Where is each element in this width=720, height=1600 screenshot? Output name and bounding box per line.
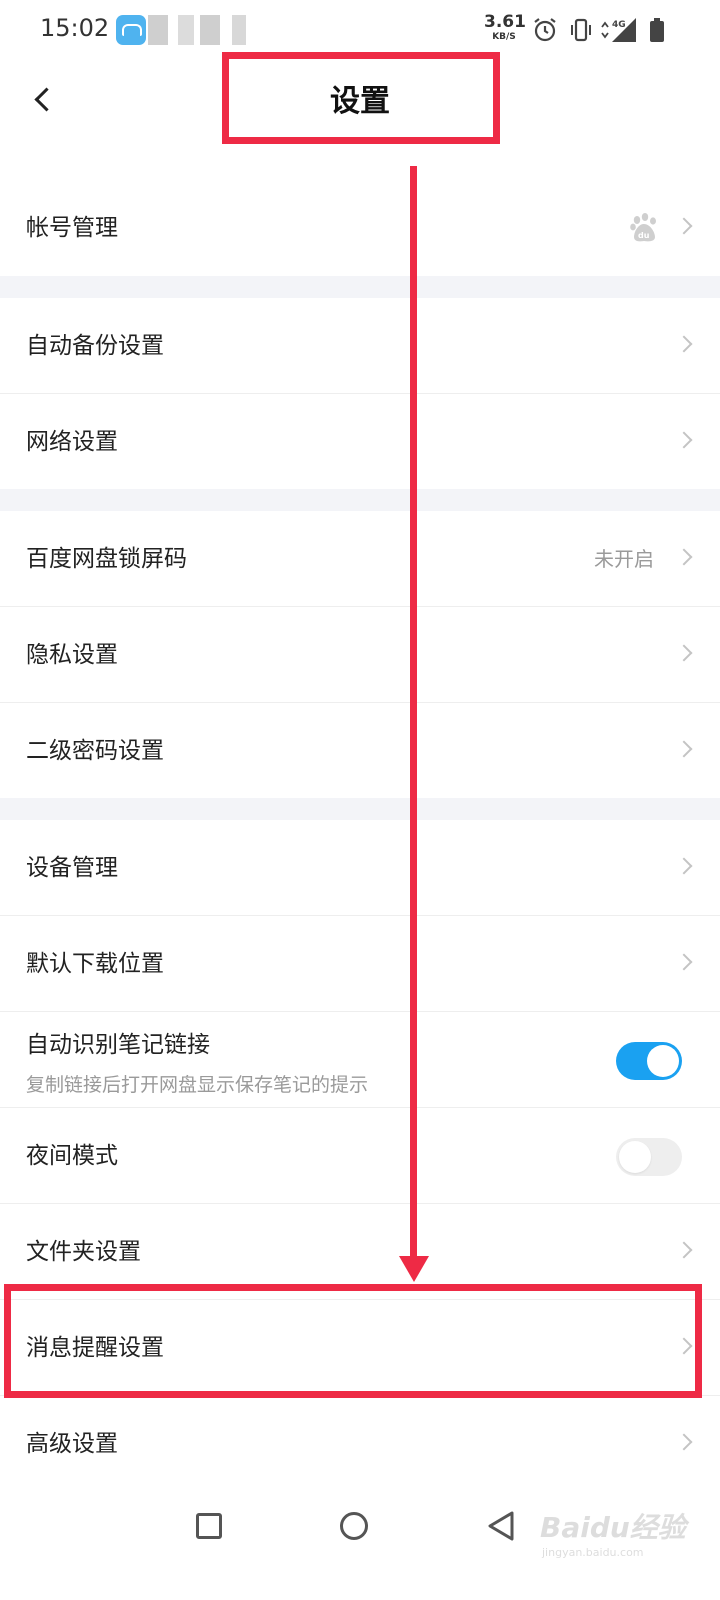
network-type: 4G xyxy=(612,20,626,30)
chevron-right-icon xyxy=(675,217,693,235)
settings-row-label: 高级设置 xyxy=(26,1431,118,1457)
recent-apps-button[interactable] xyxy=(196,1513,222,1539)
settings-row-label: 二级密码设置 xyxy=(26,738,164,764)
chevron-right-icon xyxy=(675,740,693,758)
toggle-knob xyxy=(619,1141,651,1173)
watermark-url: jingyan.baidu.com xyxy=(542,1546,644,1559)
toggle-knob xyxy=(647,1045,679,1077)
annotation-arrow-head xyxy=(399,1256,429,1282)
settings-row-label: 默认下载位置 xyxy=(26,951,164,977)
settings-row-lock-screen-code[interactable]: 百度网盘锁屏码 未开启 xyxy=(0,511,720,607)
watermark-text: Baidu经验 xyxy=(540,1511,686,1544)
group-divider xyxy=(0,276,720,298)
baidu-paw-icon: du xyxy=(630,213,656,242)
settings-row-account-management[interactable]: 帐号管理 du xyxy=(0,180,720,276)
home-button[interactable] xyxy=(340,1512,368,1540)
settings-row-default-download-location[interactable]: 默认下载位置 xyxy=(0,916,720,1012)
settings-row-device-management[interactable]: 设备管理 xyxy=(0,820,720,916)
blurred-notification-icon xyxy=(178,15,194,45)
signal-4g-icon: 4G xyxy=(601,18,636,42)
night-mode-toggle[interactable] xyxy=(616,1138,682,1176)
settings-row-secondary-password[interactable]: 二级密码设置 xyxy=(0,703,720,799)
network-speed: 3.61 KB/S xyxy=(484,12,526,42)
status-bar: 15:02 3.61 KB/S 4G xyxy=(0,0,720,58)
chevron-right-icon xyxy=(675,1241,693,1259)
settings-row-label: 百度网盘锁屏码 xyxy=(26,546,187,572)
chevron-right-icon xyxy=(675,335,693,353)
settings-row-label: 夜间模式 xyxy=(26,1143,118,1169)
settings-row-label: 网络设置 xyxy=(26,429,118,455)
battery-icon xyxy=(650,18,664,42)
chevron-right-icon xyxy=(675,1433,693,1451)
settings-group-security: 百度网盘锁屏码 未开启 隐私设置 二级密码设置 xyxy=(0,511,720,799)
settings-row-label: 帐号管理 xyxy=(26,215,118,241)
settings-row-label: 隐私设置 xyxy=(26,642,118,668)
blurred-notification-icon xyxy=(232,15,246,45)
network-speed-unit: KB/S xyxy=(492,32,516,42)
settings-group-account: 帐号管理 du xyxy=(0,180,720,276)
settings-row-label: 自动识别笔记链接 xyxy=(26,1032,210,1058)
settings-row-auto-backup[interactable]: 自动备份设置 xyxy=(0,298,720,394)
baidu-jingyan-watermark: Baidu经验 jingyan.baidu.com xyxy=(538,1496,708,1566)
annotation-box-message-reminder xyxy=(4,1284,702,1398)
settings-row-sublabel: 复制链接后打开网盘显示保存笔记的提示 xyxy=(26,1074,369,1096)
alarm-icon xyxy=(534,18,556,42)
chevron-right-icon xyxy=(675,548,693,566)
chevron-right-icon xyxy=(675,953,693,971)
chevron-right-icon xyxy=(675,431,693,449)
settings-row-network[interactable]: 网络设置 xyxy=(0,394,720,490)
settings-row-label: 自动备份设置 xyxy=(26,333,164,359)
svg-text:du: du xyxy=(638,231,650,240)
chevron-right-icon xyxy=(675,857,693,875)
lock-screen-status: 未开启 xyxy=(594,547,654,571)
vibrate-icon xyxy=(571,18,591,42)
baidu-netdisk-notification-icon xyxy=(116,15,146,45)
blurred-notification-icon xyxy=(200,15,220,45)
settings-row-label: 设备管理 xyxy=(26,855,118,881)
group-divider xyxy=(0,489,720,511)
network-speed-value: 3.61 xyxy=(484,12,526,32)
group-divider xyxy=(0,798,720,820)
auto-detect-note-links-toggle[interactable] xyxy=(616,1042,682,1080)
system-back-button[interactable] xyxy=(486,1510,516,1542)
settings-row-advanced[interactable]: 高级设置 xyxy=(0,1396,720,1492)
annotation-box-title xyxy=(222,52,500,144)
settings-row-night-mode: 夜间模式 xyxy=(0,1108,720,1204)
settings-row-privacy[interactable]: 隐私设置 xyxy=(0,607,720,703)
blurred-notification-icon xyxy=(148,15,168,45)
settings-row-auto-detect-note-links: 自动识别笔记链接 复制链接后打开网盘显示保存笔记的提示 xyxy=(0,1012,720,1108)
annotation-arrow-line xyxy=(410,166,417,1266)
status-time: 15:02 xyxy=(40,14,110,42)
chevron-right-icon xyxy=(675,644,693,662)
settings-group-backup-network: 自动备份设置 网络设置 xyxy=(0,298,720,490)
